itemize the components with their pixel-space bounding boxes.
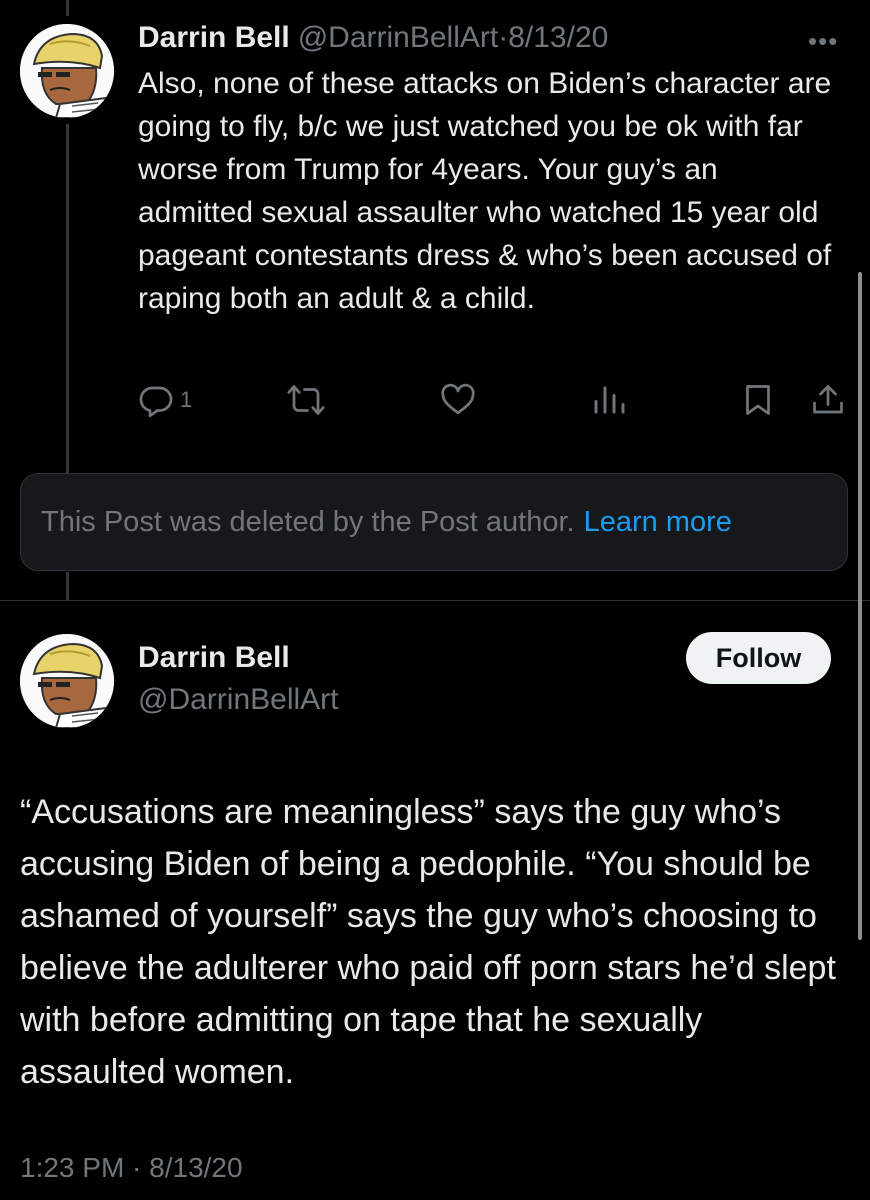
reply-icon: [138, 382, 174, 418]
learn-more-link[interactable]: Learn more: [584, 506, 732, 539]
author-handle[interactable]: @DarrinBellArt: [138, 680, 339, 720]
more-dots-icon[interactable]: •••: [808, 26, 838, 57]
divider: [0, 600, 870, 601]
share-button[interactable]: [810, 378, 846, 422]
author-name[interactable]: Darrin Bell: [138, 21, 290, 54]
post-date[interactable]: 8/13/20: [508, 21, 608, 54]
bookmark-icon: [740, 382, 776, 418]
deleted-message: This Post was deleted by the Post author…: [41, 505, 575, 538]
repost-button[interactable]: [286, 378, 326, 422]
reply-actions: 1: [0, 378, 870, 422]
repost-icon: [286, 382, 326, 418]
follow-button[interactable]: Follow: [686, 632, 831, 684]
author-handle[interactable]: @DarrinBellArt: [298, 21, 499, 54]
like-icon: [440, 382, 476, 418]
reply-header: Darrin Bell @DarrinBellArt·8/13/20: [138, 18, 608, 58]
reply-text: Also, none of these attacks on Biden’s c…: [138, 67, 832, 315]
thread-line-bottom: [66, 572, 69, 600]
avatar[interactable]: [20, 634, 114, 728]
like-button[interactable]: [440, 378, 476, 422]
views-icon: [590, 382, 626, 418]
scrollbar[interactable]: [858, 272, 862, 940]
thread-line-top: [66, 0, 69, 16]
separator: ·: [498, 21, 509, 54]
post-timestamp[interactable]: 1:23 PM · 8/13/20: [20, 1148, 243, 1188]
views-button[interactable]: [590, 378, 626, 422]
avatar[interactable]: [20, 24, 114, 118]
post-text: “Accusations are meaningless” says the g…: [20, 793, 836, 1091]
author-name[interactable]: Darrin Bell: [138, 638, 290, 678]
bookmark-button[interactable]: [740, 378, 776, 422]
share-icon: [810, 382, 846, 418]
deleted-post-notice: This Post was deleted by the Post author…: [20, 473, 848, 571]
reply-count: 1: [180, 387, 193, 412]
reply-button[interactable]: 1: [138, 378, 192, 422]
